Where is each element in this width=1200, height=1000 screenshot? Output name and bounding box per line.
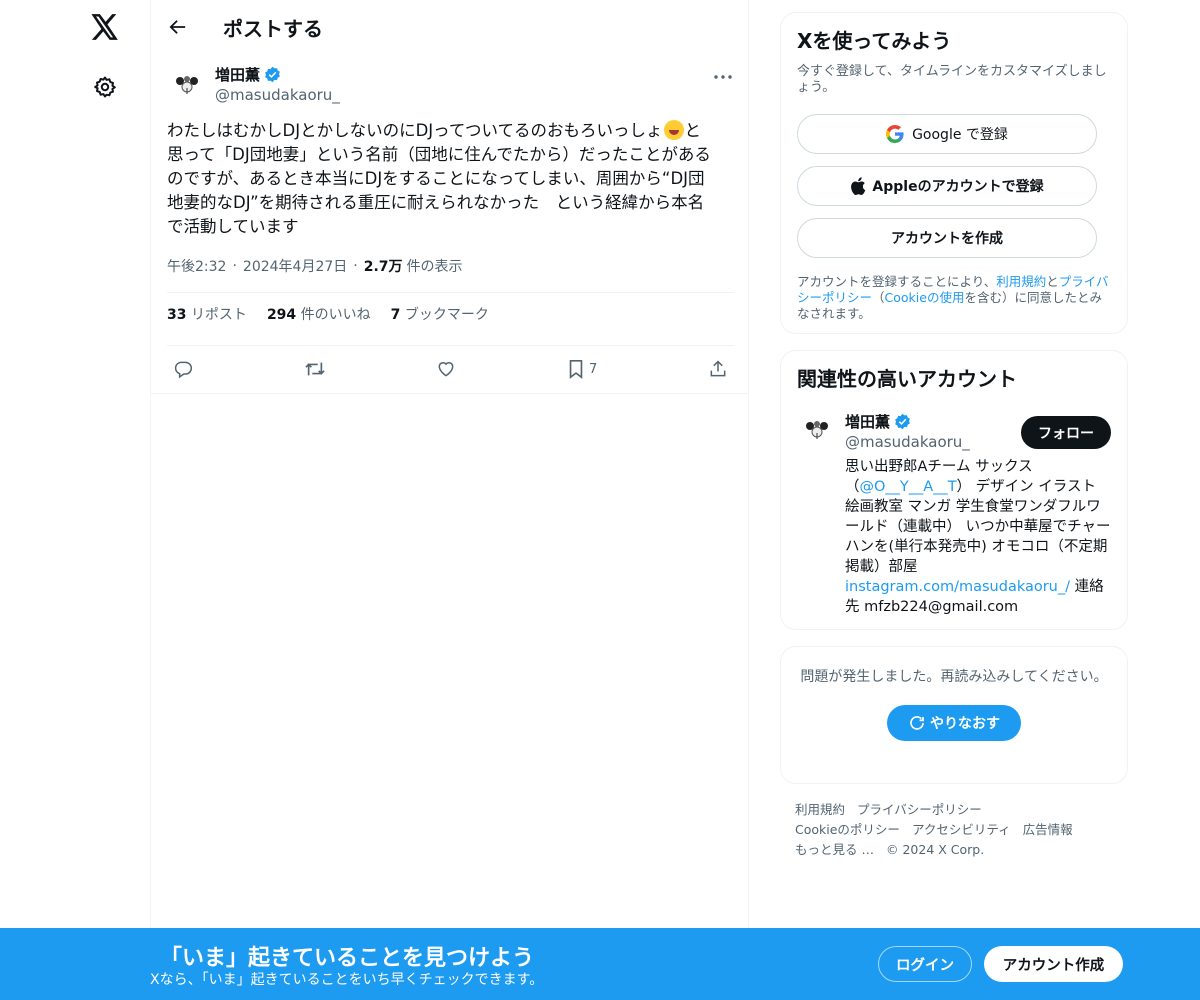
follow-button[interactable]: フォロー — [1021, 416, 1111, 449]
bio-instagram-link[interactable]: instagram.com/masudakaoru_/ — [845, 579, 1070, 595]
likes-count: 294 — [266, 307, 297, 323]
apple-logo-icon — [851, 177, 866, 195]
related-account-handle[interactable]: @masudakaoru_ — [845, 433, 970, 451]
views-label: 件の表示 — [406, 259, 463, 275]
reposts-count: 33 — [167, 307, 187, 323]
tweet-author: 増田薫 @masudakaoru_ — [167, 62, 734, 108]
tweet-text-part1: わたしはむかしDJとかしないのにDJってついてるのおもろいっしょ — [167, 121, 663, 140]
settings-gear-icon[interactable] — [90, 72, 120, 102]
tweet-date[interactable]: 2024年4月27日 — [243, 256, 347, 276]
bookmarks-label: ブックマーク — [404, 307, 489, 323]
related-account-name[interactable]: 増田薫 — [845, 411, 911, 432]
tweet-actions: 7 — [167, 355, 734, 383]
author-handle[interactable]: @masudakaoru_ — [215, 86, 340, 104]
terms-and: と — [1046, 274, 1059, 289]
reposts-label: リポスト — [190, 307, 247, 323]
repost-icon — [305, 362, 325, 376]
main-column: ポストする 増田薫 @masudakaoru_ わたしはむかしDJとかしないのに… — [150, 0, 749, 1000]
author-name-text[interactable]: 増田薫 — [215, 64, 260, 85]
bookmarks-stat[interactable]: 7 ブックマーク — [391, 304, 489, 324]
terms-of-service-link[interactable]: 利用規約 — [996, 274, 1046, 289]
create-account-label: アカウントを作成 — [891, 231, 1003, 247]
related-account-name-text[interactable]: 増田薫 — [845, 411, 890, 432]
heart-icon — [438, 362, 454, 377]
repost-button[interactable] — [304, 359, 326, 379]
bio-mention-link[interactable]: @O__Y__A__T — [860, 479, 957, 495]
verified-badge-icon — [264, 66, 281, 83]
footer-links: 利用規約 プライバシーポリシー Cookieのポリシー アクセシビリティ 広告情報 も… — [795, 800, 1125, 860]
like-button[interactable] — [436, 359, 456, 379]
google-signup-button[interactable]: Google で登録 — [797, 114, 1097, 154]
signup-subtitle: 今すぐ登録して、タイムラインをカスタマイズしましょう。 — [797, 64, 1107, 95]
refresh-icon — [910, 716, 924, 730]
verified-badge-icon — [894, 413, 911, 430]
apple-signup-label: Appleのアカウントで登録 — [872, 179, 1044, 195]
footer-link-accessibility[interactable]: アクセシビリティ — [912, 822, 1011, 837]
footer-copyright: © 2024 X Corp. — [885, 842, 985, 857]
related-account-bio: 思い出野郎Aチーム サックス（@O__Y__A__T） デザイン イラスト 絵画… — [845, 457, 1113, 617]
related-accounts-title: 関連性の高いアカウント — [797, 367, 1017, 391]
error-message: 問題が発生しました。再読み込みしてください。 — [800, 669, 1108, 685]
signup-card: Xを使ってみよう 今すぐ登録して、タイムラインをカスタマイズしましょう。 Goo… — [780, 12, 1128, 334]
share-icon — [710, 360, 726, 377]
x-logo-icon[interactable] — [88, 10, 122, 44]
related-accounts-card: 関連性の高いアカウント 増田薫 @masudakaoru_ フォロー 思い出野郎… — [780, 350, 1128, 630]
login-button[interactable]: ログイン — [878, 946, 972, 982]
terms-text: アカウントを登録することにより、利用規約とプライバシーポリシー（Cookieの使… — [797, 274, 1111, 322]
terms-prefix: アカウントを登録することにより、 — [797, 274, 997, 289]
footer-link-terms[interactable]: 利用規約 — [795, 802, 845, 817]
more-options-icon[interactable] — [712, 66, 734, 88]
grinning-face-emoji-icon — [663, 120, 684, 140]
retry-button[interactable]: やりなおす — [887, 705, 1021, 741]
bookmark-count: 7 — [589, 361, 598, 377]
reposts-stat[interactable]: 33 リポスト — [167, 304, 247, 324]
banner-create-account-button[interactable]: アカウント作成 — [984, 946, 1123, 982]
apple-signup-button[interactable]: Appleのアカウントで登録 — [797, 166, 1097, 206]
left-nav — [0, 0, 150, 1000]
signup-title: Xを使ってみよう — [797, 29, 952, 53]
banner-subtitle: Xなら、「いま」起きていることをいち早くチェックできます。 — [150, 972, 544, 988]
likes-stat[interactable]: 294 件のいいね — [267, 304, 371, 324]
footer-link-privacy[interactable]: プライバシーポリシー — [857, 802, 982, 817]
share-button[interactable] — [708, 359, 728, 379]
tweet-time[interactable]: 午後2:32 — [167, 256, 226, 276]
page-header: ポストする — [151, 0, 748, 54]
back-arrow-icon[interactable] — [165, 14, 191, 40]
divider — [167, 292, 734, 293]
tweet-text: わたしはむかしDJとかしないのにDJってついてるのおもろいっしょと 思って「DJ… — [167, 119, 734, 239]
bottom-signup-banner: 「いま」起きていることを見つけよう Xなら、「いま」起きていることをいち早くチェ… — [0, 928, 1200, 1000]
error-card: 問題が発生しました。再読み込みしてください。 やりなおす — [780, 646, 1128, 784]
reply-button[interactable] — [173, 359, 193, 379]
create-account-button[interactable]: アカウントを作成 — [797, 218, 1097, 258]
engagement-stats: 33 リポスト 294 件のいいね 7 ブックマーク — [167, 304, 489, 324]
likes-label: 件のいいね — [300, 307, 371, 323]
reply-icon — [174, 361, 193, 379]
bookmark-icon — [569, 360, 583, 379]
footer-link-ads[interactable]: 広告情報 — [1023, 822, 1073, 837]
google-signup-label: Google で登録 — [912, 127, 1008, 143]
terms-mid: （ — [872, 290, 885, 305]
cookie-use-link[interactable]: Cookieの使用 — [885, 290, 965, 305]
google-logo-icon — [886, 125, 904, 143]
footer-link-cookie[interactable]: Cookieのポリシー — [795, 822, 900, 837]
meta-separator: · — [232, 258, 237, 274]
footer-link-more[interactable]: もっと見る … — [795, 842, 874, 857]
bookmarks-count: 7 — [390, 307, 401, 323]
divider — [151, 393, 749, 394]
meta-separator: · — [353, 258, 358, 274]
author-name[interactable]: 増田薫 — [215, 64, 281, 85]
bookmark-button[interactable]: 7 — [567, 359, 597, 379]
views-count: 2.7万 — [363, 259, 403, 275]
divider — [167, 345, 734, 346]
avatar[interactable] — [167, 64, 207, 104]
avatar[interactable] — [797, 409, 837, 449]
page-title: ポストする — [223, 16, 323, 41]
tweet-meta: 午後2:32 · 2024年4月27日 · 2.7万 件の表示 — [167, 256, 463, 276]
banner-title: 「いま」起きていることを見つけよう — [160, 946, 535, 971]
retry-label: やりなおす — [930, 716, 1000, 732]
